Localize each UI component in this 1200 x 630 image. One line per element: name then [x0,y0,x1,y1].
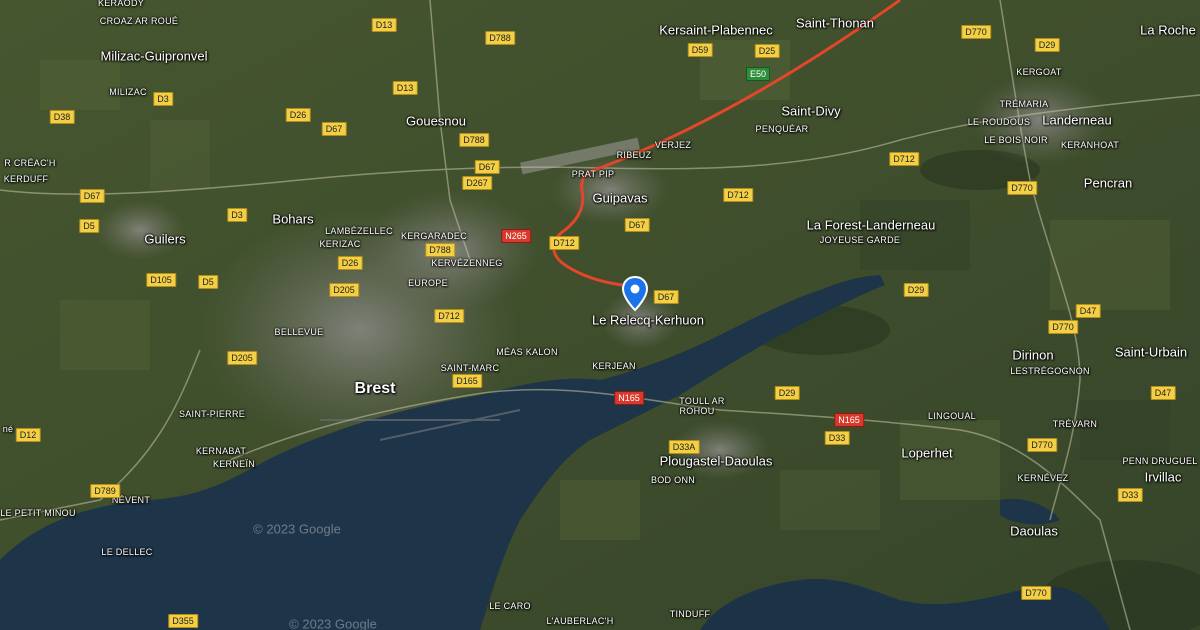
road-shield: D59 [687,43,713,57]
copyright-watermark: © 2023 Google [253,521,341,537]
road-shield: D205 [329,283,359,297]
road-shield: D38 [49,110,75,124]
road-shield: N165 [834,413,864,427]
road-shield: D33 [1117,488,1143,502]
road-shield: D712 [549,236,579,250]
road-shield: D26 [285,108,311,122]
road-shield: D67 [624,218,650,232]
road-shield: D67 [79,189,105,203]
map-canvas[interactable]: Brest Guipavas Le Relecq-Kerhuon Gouesnou Bo… [0,0,1200,630]
road-shield: D33A [668,440,700,454]
road-shield: D788 [485,31,515,45]
road-shield: D5 [79,219,99,233]
road-shield: D47 [1150,386,1176,400]
road-shield: D788 [425,243,455,257]
road-shield: D3 [227,208,247,222]
road-shield: D25 [754,44,780,58]
road-shield: D205 [227,351,257,365]
road-shield: D5 [198,275,218,289]
road-shield: D67 [321,122,347,136]
road-shield: E50 [745,67,771,81]
road-shield: D355 [168,614,198,628]
road-shield: D770 [1048,320,1078,334]
road-shield: D29 [774,386,800,400]
road-shield: D788 [459,133,489,147]
road-shield: D267 [462,176,492,190]
road-shield: D712 [889,152,919,166]
road-shield: D29 [1034,38,1060,52]
location-pin-icon[interactable] [622,276,648,312]
road-shield: D712 [723,188,753,202]
road-shield: D3 [153,92,173,106]
road-shield: D13 [371,18,397,32]
road-shield: D12 [15,428,41,442]
road-shield: D33 [824,431,850,445]
road-shield: D789 [90,484,120,498]
road-shield: D105 [146,273,176,287]
road-shield: N165 [614,391,644,405]
road-shield: D712 [434,309,464,323]
road-shield: D770 [1027,438,1057,452]
road-shield: D770 [1021,586,1051,600]
road-shield: D67 [474,160,500,174]
copyright-watermark: © 2023 Google [289,616,377,630]
road-shield: D770 [1007,181,1037,195]
road-shield: D165 [452,374,482,388]
road-shield: D29 [903,283,929,297]
road-shield: N265 [501,229,531,243]
road-shield: D770 [961,25,991,39]
road-shield: D13 [392,81,418,95]
road-shield: D47 [1075,304,1101,318]
road-shield: D67 [653,290,679,304]
road-shield: D26 [337,256,363,270]
satellite-imagery [0,0,1200,630]
